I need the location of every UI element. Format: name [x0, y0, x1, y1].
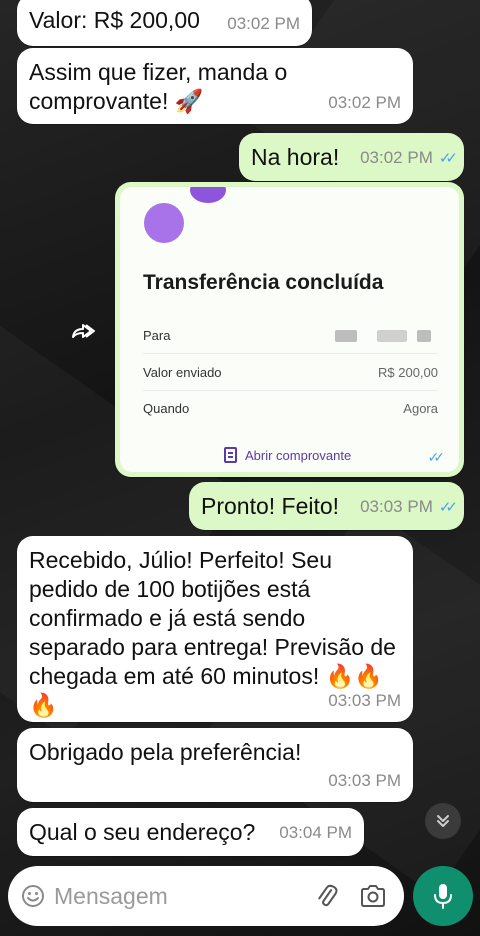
message-text: Obrigado pela preferência! [29, 739, 302, 765]
emoji-icon[interactable] [21, 884, 45, 908]
message-bubble[interactable]: Valor: R$ 200,00 03:02 PM [17, 0, 312, 46]
message-text: Qual o seu endereço? [29, 819, 256, 845]
redacted-recipient [417, 330, 431, 342]
open-receipt-label: Abrir comprovante [245, 447, 352, 463]
receipt-row-label: Valor enviado [143, 365, 222, 380]
message-text: Assim que fizer, manda o comprovante! 🚀 [29, 59, 288, 114]
microphone-icon [434, 884, 452, 909]
message-time: 03:03 PM [328, 691, 401, 710]
redacted-recipient [335, 330, 357, 342]
receipt-row-label: Quando [143, 401, 190, 416]
message-bubble[interactable]: Assim que fizer, manda o comprovante! 🚀 … [17, 48, 413, 124]
message-text: Na hora! [251, 144, 340, 170]
message-composer [8, 866, 404, 926]
message-text: Pronto! Feito! [201, 493, 340, 519]
message-time: 03:02 PM [227, 14, 300, 33]
receipt-row-value: Agora [403, 401, 438, 416]
message-input[interactable] [54, 878, 304, 914]
message-time: 03:02 PM ✓✓ [360, 143, 458, 173]
camera-icon[interactable] [360, 884, 386, 908]
message-time: 03:02 PM [328, 93, 401, 112]
receipt-message[interactable]: Transferência concluída Para Valor envia… [115, 182, 464, 477]
scroll-to-bottom-button[interactable] [425, 803, 461, 839]
message-bubble[interactable]: Na hora! 03:02 PM ✓✓ [239, 133, 464, 181]
read-receipt-icon: ✓✓ [438, 150, 458, 167]
voice-message-button[interactable] [413, 866, 473, 926]
receipt-row-value: R$ 200,00 [378, 365, 438, 380]
paperclip-icon[interactable] [314, 883, 340, 909]
receipt-row-label: Para [143, 328, 171, 343]
read-receipt-icon: ✓✓ [427, 449, 446, 465]
divider [143, 353, 438, 354]
message-time: 03:03 PM [328, 771, 401, 790]
forward-icon[interactable] [70, 322, 96, 340]
open-receipt-link[interactable]: Abrir comprovante [224, 447, 351, 463]
redacted-recipient [377, 330, 407, 342]
message-time: 03:04 PM [279, 823, 352, 842]
message-bubble[interactable]: Qual o seu endereço? 03:04 PM [17, 808, 364, 856]
message-bubble[interactable]: Obrigado pela preferência! 03:03 PM [17, 728, 413, 802]
receipt-card[interactable]: Transferência concluída Para Valor envia… [120, 187, 459, 472]
message-bubble[interactable]: Pronto! Feito! 03:03 PM ✓✓ [189, 482, 464, 530]
message-text: Valor: R$ 200,00 [29, 7, 200, 33]
message-time: 03:03 PM ✓✓ [360, 492, 458, 522]
chevron-double-down-icon [437, 815, 449, 827]
receipt-decoration [190, 187, 226, 203]
read-receipt-icon: ✓✓ [438, 499, 458, 516]
document-icon [224, 447, 237, 463]
message-bubble[interactable]: Recebido, Júlio! Perfeito! Seu pedido de… [17, 536, 413, 722]
receipt-logo [144, 203, 184, 243]
divider [143, 390, 438, 391]
receipt-title: Transferência concluída [143, 271, 384, 294]
